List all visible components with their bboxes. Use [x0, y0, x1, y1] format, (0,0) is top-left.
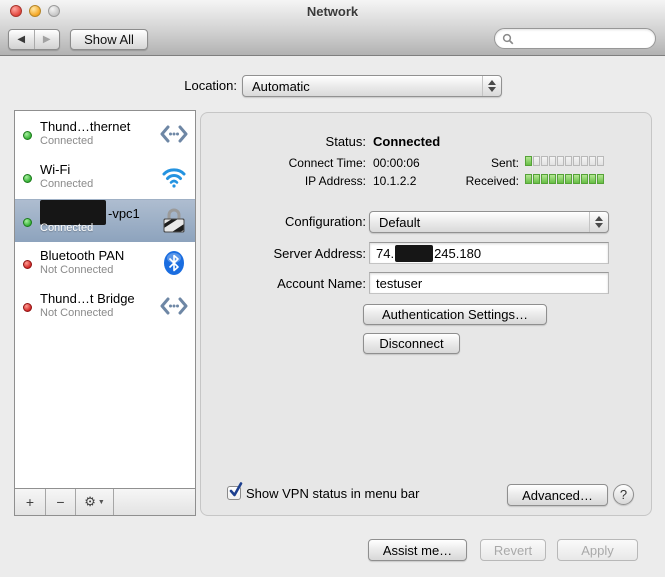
apply-button[interactable]: Apply	[557, 539, 638, 561]
status-dot-disconnected-icon	[23, 260, 32, 269]
status-dot-connected-icon	[23, 174, 32, 183]
status-dot-connected-icon	[23, 218, 32, 227]
sidebar-item-bluetooth-pan[interactable]: Bluetooth PAN Not Connected	[15, 242, 195, 285]
search-icon	[502, 33, 514, 45]
service-name: Bluetooth PAN	[40, 248, 124, 263]
popup-stepper-icon	[589, 212, 608, 232]
help-button[interactable]: ?	[613, 484, 634, 505]
status-label: Status:	[226, 134, 366, 149]
add-service-button[interactable]: +	[15, 489, 46, 515]
redaction-box	[395, 245, 433, 262]
ip-address-value: 10.1.2.2	[373, 174, 416, 188]
vpn-detail-panel: Status: Connected Connect Time: 00:00:06…	[200, 112, 652, 516]
show-vpn-status-label: Show VPN status in menu bar	[246, 486, 419, 501]
back-button[interactable]: ◀	[9, 30, 35, 49]
bluetooth-icon	[158, 247, 190, 279]
ethernet-icon	[158, 290, 190, 322]
server-address-label: Server Address:	[226, 246, 366, 261]
service-status: Connected	[40, 135, 130, 147]
remove-service-button[interactable]: −	[46, 489, 76, 515]
connect-time-value: 00:00:06	[373, 156, 420, 170]
received-label: Received:	[419, 174, 519, 188]
configuration-value: Default	[370, 215, 589, 230]
configuration-popup[interactable]: Default	[369, 211, 609, 233]
service-name: Thund…t Bridge	[40, 291, 135, 306]
show-vpn-status-checkbox[interactable]	[227, 486, 241, 500]
sidebar-item-thunderbolt-bridge[interactable]: Thund…t Bridge Not Connected	[15, 285, 195, 328]
search-field[interactable]	[494, 28, 656, 49]
checkmark-icon	[229, 482, 243, 498]
ethernet-icon	[158, 118, 190, 150]
status-dot-connected-icon	[23, 131, 32, 140]
search-input[interactable]	[518, 32, 648, 46]
sidebar-item-thunderbolt-ethernet[interactable]: Thund…thernet Connected	[15, 113, 195, 156]
show-all-button[interactable]: Show All	[70, 29, 148, 50]
revert-button[interactable]: Revert	[480, 539, 546, 561]
nav-back-forward: ◀ ▶	[8, 29, 60, 50]
location-label: Location:	[37, 78, 237, 93]
advanced-button[interactable]: Advanced…	[507, 484, 608, 506]
service-name: Wi-Fi	[40, 162, 93, 177]
connect-time-label: Connect Time:	[226, 156, 366, 170]
sidebar-item-vpn[interactable]: -vpc1 Connected	[15, 199, 195, 242]
configuration-label: Configuration:	[226, 214, 366, 229]
disconnect-button[interactable]: Disconnect	[363, 333, 460, 354]
chevron-down-icon: ▼	[98, 499, 105, 506]
location-value: Automatic	[243, 79, 482, 94]
service-status: Connected	[40, 178, 93, 190]
sent-meter	[525, 156, 604, 166]
sidebar-footer-bar: + − ⚙▼	[15, 488, 195, 515]
authentication-settings-button[interactable]: Authentication Settings…	[363, 304, 547, 325]
status-value: Connected	[373, 134, 440, 149]
sent-label: Sent:	[419, 156, 519, 170]
service-name: -vpc1	[40, 206, 140, 221]
service-status: Connected	[40, 222, 140, 234]
vpn-lock-icon	[158, 205, 190, 237]
assist-me-button[interactable]: Assist me…	[368, 539, 467, 561]
gear-menu-button[interactable]: ⚙▼	[76, 489, 114, 515]
server-address-field[interactable]: 74.245.180	[369, 242, 609, 264]
received-meter	[525, 174, 604, 184]
status-dot-disconnected-icon	[23, 303, 32, 312]
popup-stepper-icon	[482, 76, 501, 96]
account-name-field[interactable]: testuser	[369, 272, 609, 294]
service-name: Thund…thernet	[40, 119, 130, 134]
window-title: Network	[0, 4, 665, 19]
wifi-icon	[158, 161, 190, 193]
gear-icon: ⚙	[84, 494, 96, 510]
service-status: Not Connected	[40, 264, 124, 276]
account-name-label: Account Name:	[226, 276, 366, 291]
titlebar: Network ◀ ▶ Show All	[0, 0, 665, 56]
network-preferences-window: Network ◀ ▶ Show All Location: Automatic…	[0, 0, 665, 577]
forward-button[interactable]: ▶	[35, 30, 60, 49]
service-status: Not Connected	[40, 307, 135, 319]
sidebar-item-wifi[interactable]: Wi-Fi Connected	[15, 156, 195, 199]
location-popup[interactable]: Automatic	[242, 75, 502, 97]
services-sidebar: Thund…thernet Connected Wi-Fi Connected	[14, 110, 196, 516]
ip-address-label: IP Address:	[226, 174, 366, 188]
